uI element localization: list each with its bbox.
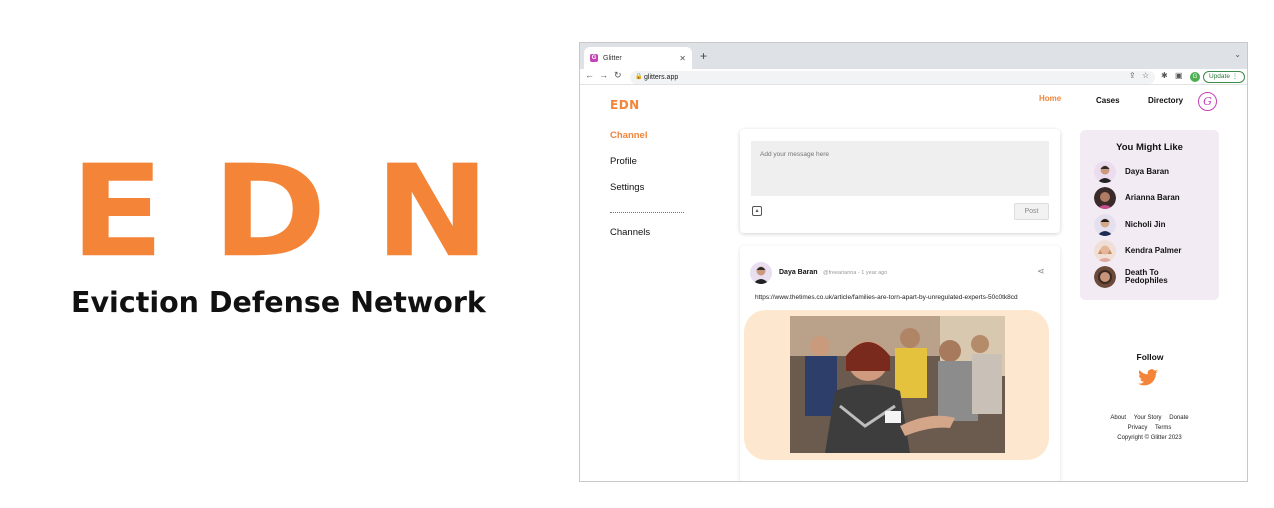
post-handle-time: @freearianna - 1 year ago (823, 270, 888, 276)
post-composer: ▴ Post (740, 129, 1060, 233)
nav-cases[interactable]: Cases (1096, 96, 1120, 105)
post-photo[interactable] (790, 316, 1005, 453)
update-button[interactable]: Update ⋮ (1203, 71, 1245, 83)
footer-link-terms[interactable]: Terms (1155, 425, 1171, 431)
logo-letter-d: D (212, 137, 327, 286)
sidebar-item-profile[interactable]: Profile (610, 156, 637, 167)
sidebar-item-channel[interactable]: Channel (610, 130, 647, 141)
suggestion-nicholi-jin[interactable]: Nicholi Jin (1094, 214, 1195, 236)
suggestion-daya-baran[interactable]: Daya Baran (1094, 161, 1195, 183)
post-button[interactable]: Post (1014, 203, 1049, 220)
image-upload-icon[interactable]: ▴ (752, 206, 762, 216)
avatar (1094, 187, 1116, 209)
share-icon[interactable]: ⋖ (1037, 266, 1045, 277)
site-logo[interactable]: EDN (610, 98, 640, 112)
address-text: glitters.app (644, 74, 679, 81)
avatar (1094, 240, 1116, 262)
nav-directory[interactable]: Directory (1148, 96, 1183, 105)
tagline: Eviction Defense Network (71, 286, 486, 319)
profile-avatar[interactable]: G (1190, 72, 1200, 82)
suggestion-name: Nicholi Jin (1125, 220, 1166, 229)
avatar (1094, 214, 1116, 236)
footer-row-1: About Your Story Donate (1080, 413, 1219, 423)
footer-link-privacy[interactable]: Privacy (1128, 425, 1148, 431)
footer-link-about[interactable]: About (1110, 415, 1126, 421)
suggestion-kendra-palmer[interactable]: Kendra Palmer (1094, 240, 1195, 262)
lock-icon: 🔒 (635, 74, 643, 80)
sidebar-item-channels[interactable]: Channels (610, 227, 650, 238)
suggestion-name: Arianna Baran (1125, 193, 1180, 202)
glitter-page: EDN Home Cases Directory G Channel Profi… (580, 86, 1247, 481)
logo-letter-n: N (374, 137, 491, 286)
edn-big-logo: E D N (70, 137, 491, 286)
glitter-logo-icon[interactable]: G (1198, 92, 1217, 111)
avatar (1094, 266, 1116, 288)
post-author[interactable]: Daya Baran (779, 269, 818, 276)
update-label: Update (1209, 73, 1230, 80)
suggestion-name: Death To Pedophiles (1125, 268, 1168, 285)
new-tab-icon[interactable]: + (700, 49, 707, 63)
post-link[interactable]: https://www.thetimes.co.uk/article/famil… (755, 294, 1018, 301)
browser-toolbar: ← → ↻ 🔒 glitters.app ⇪ ☆ ✱ ▣ G Update ⋮ (580, 69, 1247, 85)
back-icon[interactable]: ← (585, 70, 594, 80)
suggestion-name: Kendra Palmer (1125, 246, 1182, 255)
glitter-favicon-icon: G (590, 54, 598, 62)
suggestions-title: You Might Like (1116, 142, 1183, 153)
author-avatar[interactable] (750, 262, 772, 284)
avatar (1094, 161, 1116, 183)
tab-strip: G Glitter ✕ + ⌄ (580, 43, 1247, 69)
feed-post: Daya Baran @freearianna - 1 year ago ⋖ h… (740, 246, 1060, 481)
share-page-icon[interactable]: ⇪ (1129, 71, 1136, 80)
follow-label: Follow (1136, 352, 1164, 362)
message-input[interactable] (751, 141, 1049, 196)
tab-search-chevron-icon[interactable]: ⌄ (1234, 50, 1241, 59)
browser-tab[interactable]: G Glitter ✕ (584, 47, 692, 69)
reload-icon[interactable]: ↻ (614, 70, 622, 81)
copyright: Copyright © Glitter 2023 (1117, 435, 1182, 441)
side-panel-icon[interactable]: ▣ (1175, 71, 1183, 80)
sidebar-item-settings[interactable]: Settings (610, 182, 644, 193)
footer-link-your-story[interactable]: Your Story (1134, 415, 1162, 421)
close-tab-icon[interactable]: ✕ (679, 54, 686, 63)
suggestion-death-to-pedophiles[interactable]: Death To Pedophiles (1094, 266, 1195, 288)
bookmark-star-icon[interactable]: ☆ (1142, 71, 1149, 80)
you-might-like-panel: You Might Like Daya Baran Arianna Baran … (1080, 130, 1219, 300)
slide: E D N Eviction Defense Network G Glitter… (0, 0, 1274, 508)
footer: About Your Story Donate Privacy Terms Co… (1080, 413, 1219, 443)
suggestion-arianna-baran[interactable]: Arianna Baran (1094, 187, 1195, 209)
tab-title: Glitter (603, 54, 622, 62)
address-bar[interactable]: 🔒 glitters.app (630, 71, 1155, 84)
nav-home[interactable]: Home (1039, 94, 1061, 103)
sidebar-divider (610, 212, 684, 213)
suggestion-name: Daya Baran (1125, 167, 1170, 176)
forward-icon[interactable]: → (599, 70, 608, 80)
browser-window: G Glitter ✕ + ⌄ ← → ↻ 🔒 glitters.app ⇪ ☆… (579, 42, 1248, 482)
footer-link-donate[interactable]: Donate (1169, 415, 1188, 421)
footer-row-2: Privacy Terms (1080, 423, 1219, 433)
twitter-bird-icon[interactable] (1137, 369, 1159, 387)
extensions-icon[interactable]: ✱ (1161, 71, 1168, 80)
logo-letter-e: E (70, 137, 165, 286)
